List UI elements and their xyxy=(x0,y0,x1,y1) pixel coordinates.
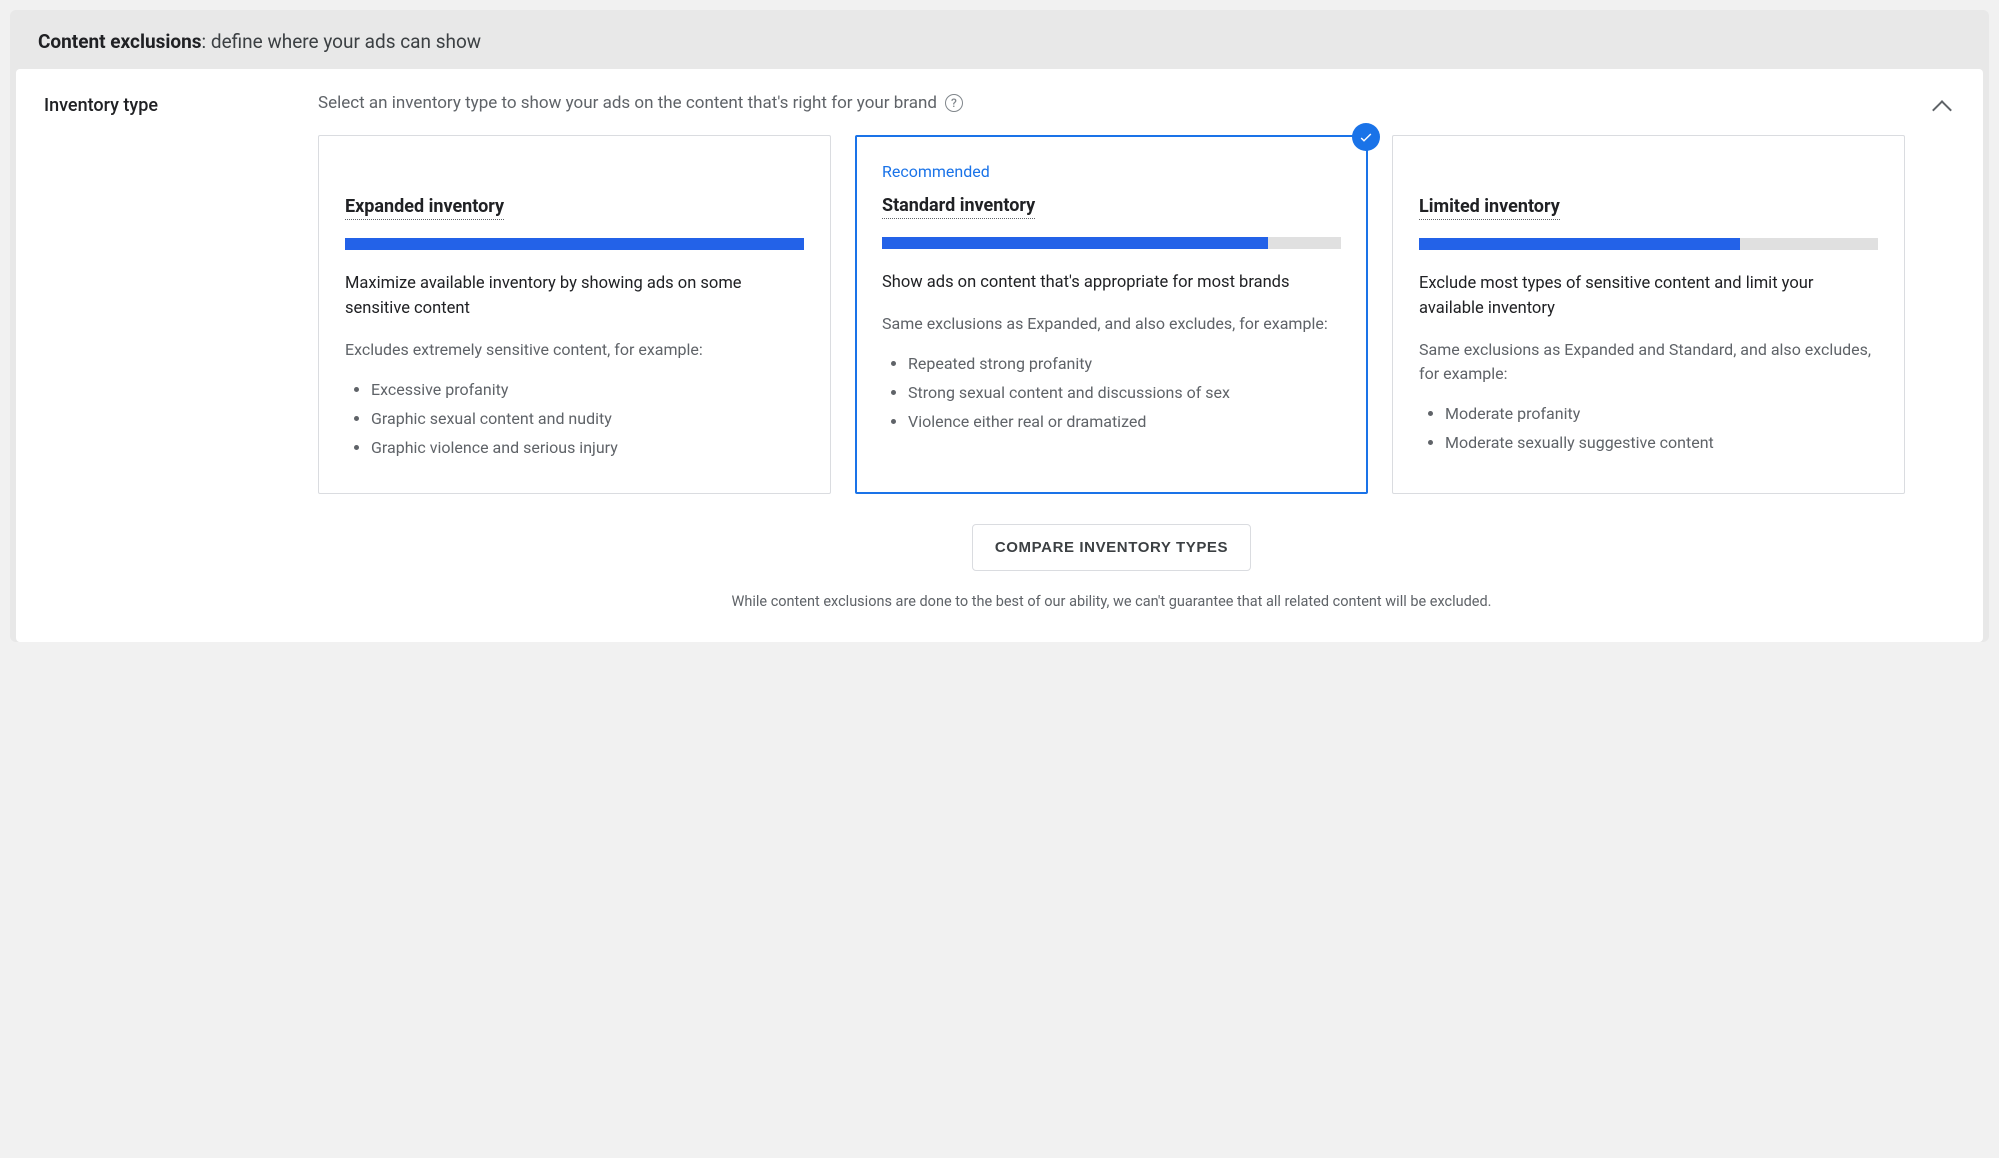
inventory-card-expanded[interactable]: Expanded inventory Maximize available inv… xyxy=(318,135,831,494)
disclaimer-text: While content exclusions are done to the… xyxy=(318,593,1905,610)
inventory-type-label: Inventory type xyxy=(44,93,294,116)
chevron-up-icon xyxy=(1932,100,1952,120)
check-icon xyxy=(1352,123,1380,151)
inventory-bar xyxy=(882,237,1341,249)
card-bullets: Excessive profanityGraphic sexual conten… xyxy=(345,376,804,462)
inventory-bar xyxy=(1419,238,1878,250)
content-exclusions-container: Content exclusions: define where your ad… xyxy=(10,10,1989,642)
list-item: Strong sexual content and discussions of… xyxy=(908,379,1341,406)
header-title-bold: Content exclusions xyxy=(38,30,202,53)
list-item: Graphic violence and serious injury xyxy=(371,434,804,461)
inventory-card-standard[interactable]: Recommended Standard inventory Show ads on… xyxy=(855,135,1368,494)
card-subtext: Same exclusions as Expanded and Standard… xyxy=(1419,338,1878,386)
card-description: Maximize available inventory by showing … xyxy=(345,272,804,322)
collapse-toggle[interactable] xyxy=(1929,93,1955,121)
list-item: Graphic sexual content and nudity xyxy=(371,405,804,432)
card-description: Show ads on content that's appropriate f… xyxy=(882,271,1341,296)
compare-inventory-types-button[interactable]: COMPARE INVENTORY TYPES xyxy=(972,524,1251,571)
card-subtext: Excludes extremely sensitive content, fo… xyxy=(345,338,804,362)
help-icon[interactable]: ? xyxy=(945,94,963,112)
list-item: Moderate profanity xyxy=(1445,400,1878,427)
inventory-bar-fill xyxy=(345,238,804,250)
card-title: Expanded inventory xyxy=(345,196,504,220)
list-item: Violence either real or dramatized xyxy=(908,408,1341,435)
recommended-label: Recommended xyxy=(882,162,1341,181)
header-title-rest: : define where your ads can show xyxy=(202,30,482,53)
card-bullets: Moderate profanityModerate sexually sugg… xyxy=(1419,400,1878,456)
inventory-type-instruction: Select an inventory type to show your ad… xyxy=(318,93,937,113)
inventory-bar-fill xyxy=(1419,238,1740,250)
list-item: Repeated strong profanity xyxy=(908,350,1341,377)
card-title: Limited inventory xyxy=(1419,196,1560,220)
card-description: Exclude most types of sensitive content … xyxy=(1419,272,1878,322)
section-header: Content exclusions: define where your ad… xyxy=(10,10,1989,69)
card-title: Standard inventory xyxy=(882,195,1035,219)
card-subtext: Same exclusions as Expanded, and also ex… xyxy=(882,312,1341,336)
card-bullets: Repeated strong profanityStrong sexual c… xyxy=(882,350,1341,436)
inventory-type-panel: Inventory type Select an inventory type … xyxy=(16,69,1983,642)
inventory-bar xyxy=(345,238,804,250)
inventory-bar-fill xyxy=(882,237,1268,249)
inventory-card-limited[interactable]: Limited inventory Exclude most types of s… xyxy=(1392,135,1905,494)
list-item: Moderate sexually suggestive content xyxy=(1445,429,1878,456)
list-item: Excessive profanity xyxy=(371,376,804,403)
inventory-cards: Expanded inventory Maximize available inv… xyxy=(318,135,1905,494)
